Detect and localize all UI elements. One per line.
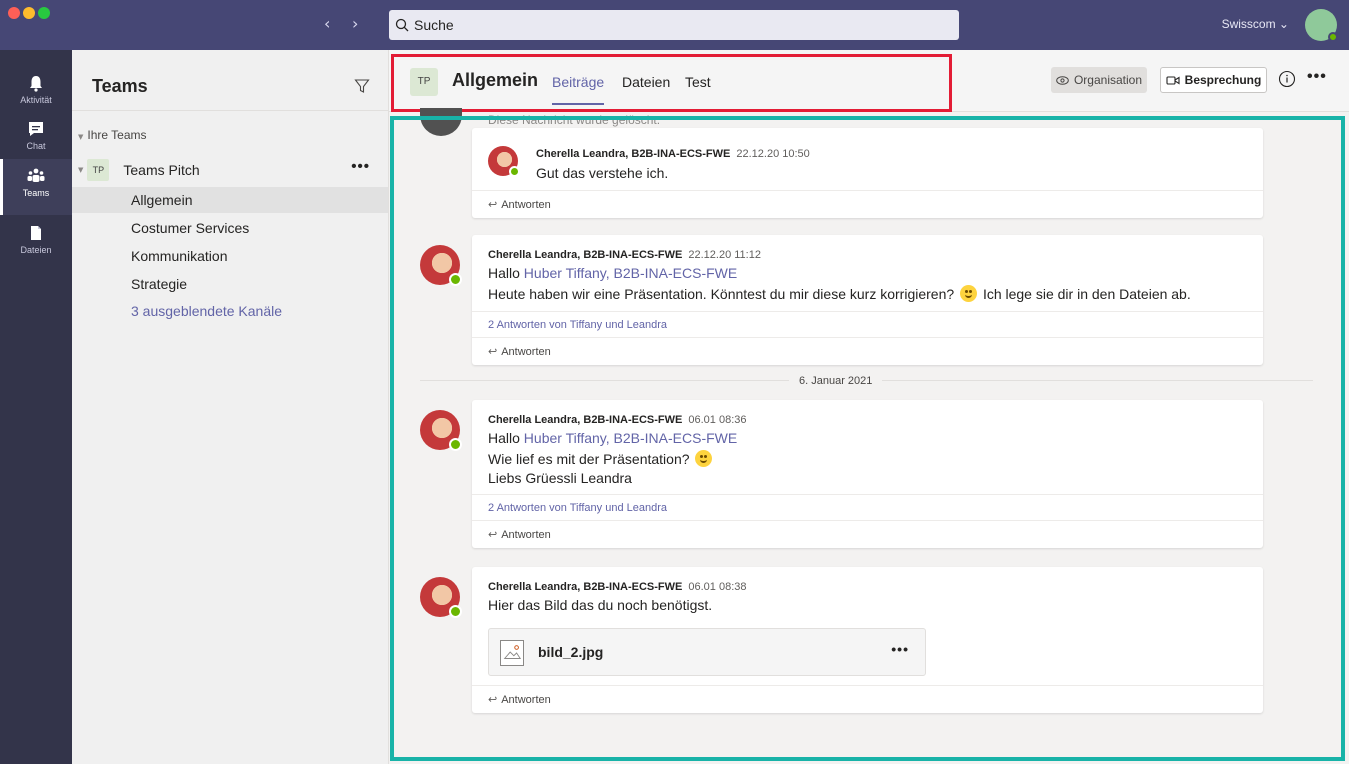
sidebar-title: Teams [92,76,148,96]
rail-label: Dateien [20,245,52,255]
app-rail: Aktivität Chat Teams Dateien [0,50,72,764]
caret-down-icon: ▼ [78,166,84,174]
info-icon[interactable] [1278,70,1296,88]
organisation-label: Organisation [1073,73,1143,87]
meet-button[interactable]: Besprechung [1160,67,1267,93]
divider [72,110,388,111]
channel-allgemein[interactable]: Allgemein [72,187,388,213]
rail-label: Chat [26,141,46,151]
presence-available-icon [1328,32,1338,42]
organisation-button[interactable]: Organisation [1051,67,1147,93]
teams-icon [27,168,45,182]
zoom-window-button[interactable] [38,7,50,19]
rail-item-teams[interactable]: Teams [0,159,72,215]
hidden-channels-link[interactable]: 3 ausgeblendete Kanäle [72,298,388,324]
rail-label: Aktivität [20,95,52,105]
search-input[interactable] [414,17,934,33]
highlight-frame-header [391,54,952,112]
channel-costumer-services[interactable]: Costumer Services [72,215,388,241]
filter-icon[interactable] [354,78,370,94]
bell-icon [30,76,42,92]
team-name: Teams Pitch [123,162,200,178]
minimize-window-button[interactable] [23,7,35,19]
user-avatar[interactable] [1305,9,1338,42]
eye-icon [1056,75,1069,85]
back-arrow-icon[interactable]: ‹ [324,14,330,33]
more-options-icon[interactable]: ••• [351,158,370,175]
highlight-frame-feed [390,116,1345,761]
search-bar[interactable] [389,10,959,40]
rail-item-files[interactable]: Dateien [0,216,72,272]
channel-kommunikation[interactable]: Kommunikation [72,243,388,269]
forward-arrow-icon[interactable]: › [352,14,358,33]
title-bar: ‹ › Swisscom ⌄ [0,0,1349,50]
meet-label: Besprechung [1184,73,1262,87]
rail-label: Teams [22,188,50,198]
section-label: Ihre Teams [87,128,147,142]
channel-strategie[interactable]: Strategie [72,271,388,297]
close-window-button[interactable] [8,7,20,19]
search-icon [395,18,409,32]
video-camera-icon [1166,75,1180,85]
team-teams-pitch[interactable]: ▼ TP Teams Pitch ••• [78,158,388,182]
team-avatar: TP [87,159,110,181]
teams-sidebar: Teams ▼ Ihre Teams ▼ TP Teams Pitch ••• A… [72,50,389,764]
chat-icon [29,122,43,136]
org-switcher[interactable]: Swisscom ⌄ [1222,17,1289,31]
more-options-icon[interactable]: ••• [1307,68,1327,86]
file-icon [31,226,41,240]
your-teams-section[interactable]: ▼ Ihre Teams [78,128,147,142]
caret-down-icon: ▼ [78,133,84,141]
channel-view: TP Allgemein Beiträge Dateien Test Organ… [389,50,1349,764]
